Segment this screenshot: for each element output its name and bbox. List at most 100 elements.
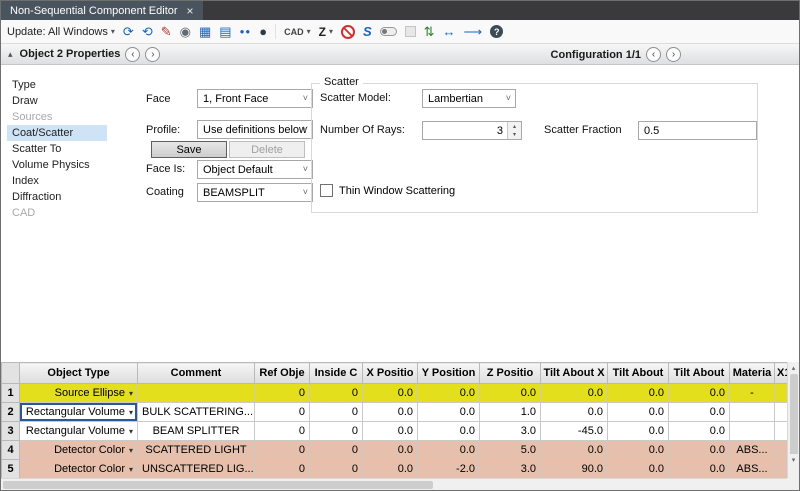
scatter-model-select[interactable]: Lambertian ˅ bbox=[422, 89, 516, 108]
y-position-cell[interactable]: 0.0 bbox=[418, 403, 480, 422]
material-cell[interactable] bbox=[730, 422, 775, 441]
ref-object-cell[interactable]: 0 bbox=[255, 422, 310, 441]
stepper-down-icon[interactable]: ▾ bbox=[508, 131, 521, 140]
sidebar-item-coat-scatter[interactable]: Coat/Scatter bbox=[7, 125, 107, 141]
tilt-z-cell[interactable]: 0.0 bbox=[669, 403, 730, 422]
scroll-up-icon[interactable]: ▴ bbox=[788, 362, 799, 373]
row-number[interactable]: 4 bbox=[2, 441, 20, 460]
material-cell[interactable]: ABS... bbox=[730, 460, 775, 479]
z-axis-dropdown[interactable]: Z ▾ bbox=[319, 25, 333, 39]
tilt-x-cell[interactable]: 0.0 bbox=[541, 403, 608, 422]
z-position-cell[interactable]: 5.0 bbox=[480, 441, 541, 460]
cad-dropdown[interactable]: CAD ▾ bbox=[284, 27, 311, 37]
z-position-cell[interactable]: 3.0 bbox=[480, 422, 541, 441]
horizontal-scroll-thumb[interactable] bbox=[3, 481, 433, 489]
object-type-cell[interactable]: Source Ellipse▾ bbox=[20, 384, 138, 403]
coating-select[interactable]: BEAMSPLIT ˅ bbox=[197, 183, 313, 202]
no-symbol-icon[interactable] bbox=[341, 25, 355, 39]
thin-window-checkbox[interactable] bbox=[320, 184, 333, 197]
scroll-down-icon[interactable]: ▾ bbox=[788, 454, 799, 465]
shaded-model-icon[interactable]: ◉ bbox=[180, 25, 191, 38]
object-type-cell[interactable]: Detector Color▾ bbox=[20, 460, 138, 479]
left-right-arrow-icon[interactable]: ↔ bbox=[443, 25, 456, 38]
x-position-cell[interactable]: 0.0 bbox=[363, 441, 418, 460]
face-select[interactable]: 1, Front Face ˅ bbox=[197, 89, 313, 108]
profile-select[interactable]: Use definitions below ˅ bbox=[197, 120, 313, 139]
tilt-x-cell[interactable]: 0.0 bbox=[541, 441, 608, 460]
scatter-curve-icon[interactable]: S bbox=[363, 25, 372, 38]
inside-of-cell[interactable]: 0 bbox=[310, 441, 363, 460]
sidebar-item-draw[interactable]: Draw bbox=[7, 93, 107, 109]
next-config-button[interactable]: › bbox=[666, 47, 681, 62]
z-position-cell[interactable]: 0.0 bbox=[480, 384, 541, 403]
row-number[interactable]: 5 bbox=[2, 460, 20, 479]
row-number[interactable]: 2 bbox=[2, 403, 20, 422]
sidebar-item-diffraction[interactable]: Diffraction bbox=[7, 189, 107, 205]
vertical-scroll-thumb[interactable] bbox=[790, 374, 798, 464]
prev-config-button[interactable]: ‹ bbox=[646, 47, 661, 62]
sidebar-item-index[interactable]: Index bbox=[7, 173, 107, 189]
tilt-y-cell[interactable]: 0.0 bbox=[608, 422, 669, 441]
y-position-cell[interactable]: 0.0 bbox=[418, 384, 480, 403]
x-position-cell[interactable]: 0.0 bbox=[363, 460, 418, 479]
tilt-z-cell[interactable]: 0.0 bbox=[669, 441, 730, 460]
z-position-cell[interactable]: 1.0 bbox=[480, 403, 541, 422]
comment-cell[interactable]: BULK SCATTERING... bbox=[138, 403, 255, 422]
save-button[interactable]: Save bbox=[151, 141, 227, 158]
comment-cell[interactable]: SCATTERED LIGHT bbox=[138, 441, 255, 460]
x-position-cell[interactable]: 0.0 bbox=[363, 422, 418, 441]
tilt-y-cell[interactable]: 0.0 bbox=[608, 384, 669, 403]
y-position-cell[interactable]: -2.0 bbox=[418, 460, 480, 479]
row-number[interactable]: 1 bbox=[2, 384, 20, 403]
object-type-cell-selected[interactable]: Rectangular Volume▾ bbox=[20, 403, 138, 422]
refresh-icon[interactable]: ⟳ bbox=[123, 25, 134, 38]
row-number[interactable]: 3 bbox=[2, 422, 20, 441]
material-cell[interactable] bbox=[730, 403, 775, 422]
ref-object-cell[interactable]: 0 bbox=[255, 460, 310, 479]
update-windows-dropdown[interactable]: Update: All Windows ▾ bbox=[7, 26, 115, 38]
edit-object-icon[interactable]: ✎ bbox=[161, 25, 172, 38]
layout-icon[interactable]: ▤ bbox=[219, 25, 231, 38]
right-arrow-icon[interactable]: ⟶ bbox=[464, 25, 483, 38]
inside-of-cell[interactable]: 0 bbox=[310, 422, 363, 441]
inside-of-cell[interactable]: 0 bbox=[310, 460, 363, 479]
y-position-cell[interactable]: 0.0 bbox=[418, 441, 480, 460]
tilt-x-cell[interactable]: -45.0 bbox=[541, 422, 608, 441]
inside-of-cell[interactable]: 0 bbox=[310, 384, 363, 403]
toggle-switch-icon[interactable] bbox=[380, 27, 397, 36]
table-vertical-scrollbar[interactable]: ▴ ▾ bbox=[787, 362, 799, 478]
tilt-x-cell[interactable]: 90.0 bbox=[541, 460, 608, 479]
detector-grid-icon[interactable]: ▦ bbox=[199, 25, 211, 38]
sphere-icon[interactable]: ● bbox=[259, 25, 267, 38]
object-type-cell[interactable]: Rectangular Volume▾ bbox=[20, 422, 138, 441]
scatter-fraction-input[interactable]: 0.5 bbox=[638, 121, 757, 140]
next-object-button[interactable]: › bbox=[145, 47, 160, 62]
inside-of-cell[interactable]: 0 bbox=[310, 403, 363, 422]
sidebar-item-scatter-to[interactable]: Scatter To bbox=[7, 141, 107, 157]
comment-cell[interactable]: BEAM SPLITTER bbox=[138, 422, 255, 441]
tilt-z-cell[interactable]: 0.0 bbox=[669, 384, 730, 403]
material-cell[interactable]: ABS... bbox=[730, 441, 775, 460]
tilt-z-cell[interactable]: 0.0 bbox=[669, 460, 730, 479]
tilt-y-cell[interactable]: 0.0 bbox=[608, 403, 669, 422]
sidebar-item-type[interactable]: Type bbox=[7, 77, 107, 93]
prev-object-button[interactable]: ‹ bbox=[125, 47, 140, 62]
face-is-select[interactable]: Object Default ˅ bbox=[197, 160, 313, 179]
ray-dots-icon[interactable]: ●● bbox=[240, 28, 252, 36]
comment-cell[interactable]: UNSCATTERED LIG... bbox=[138, 460, 255, 479]
ref-object-cell[interactable]: 0 bbox=[255, 441, 310, 460]
x-position-cell[interactable]: 0.0 bbox=[363, 403, 418, 422]
table-horizontal-scrollbar[interactable] bbox=[1, 478, 787, 490]
number-of-rays-stepper[interactable]: 3 ▴ ▾ bbox=[422, 121, 522, 140]
collapse-panel-icon[interactable]: ▴ bbox=[8, 49, 13, 60]
object-type-cell[interactable]: Detector Color▾ bbox=[20, 441, 138, 460]
ref-object-cell[interactable]: 0 bbox=[255, 384, 310, 403]
tilt-y-cell[interactable]: 0.0 bbox=[608, 460, 669, 479]
material-cell[interactable]: - bbox=[730, 384, 775, 403]
tilt-z-cell[interactable]: 0.0 bbox=[669, 422, 730, 441]
comment-cell[interactable] bbox=[138, 384, 255, 403]
x-position-cell[interactable]: 0.0 bbox=[363, 384, 418, 403]
sidebar-item-volume-physics[interactable]: Volume Physics bbox=[7, 157, 107, 173]
swap-vertical-icon[interactable]: ⇅ bbox=[424, 25, 435, 38]
help-icon[interactable]: ? bbox=[490, 25, 503, 38]
